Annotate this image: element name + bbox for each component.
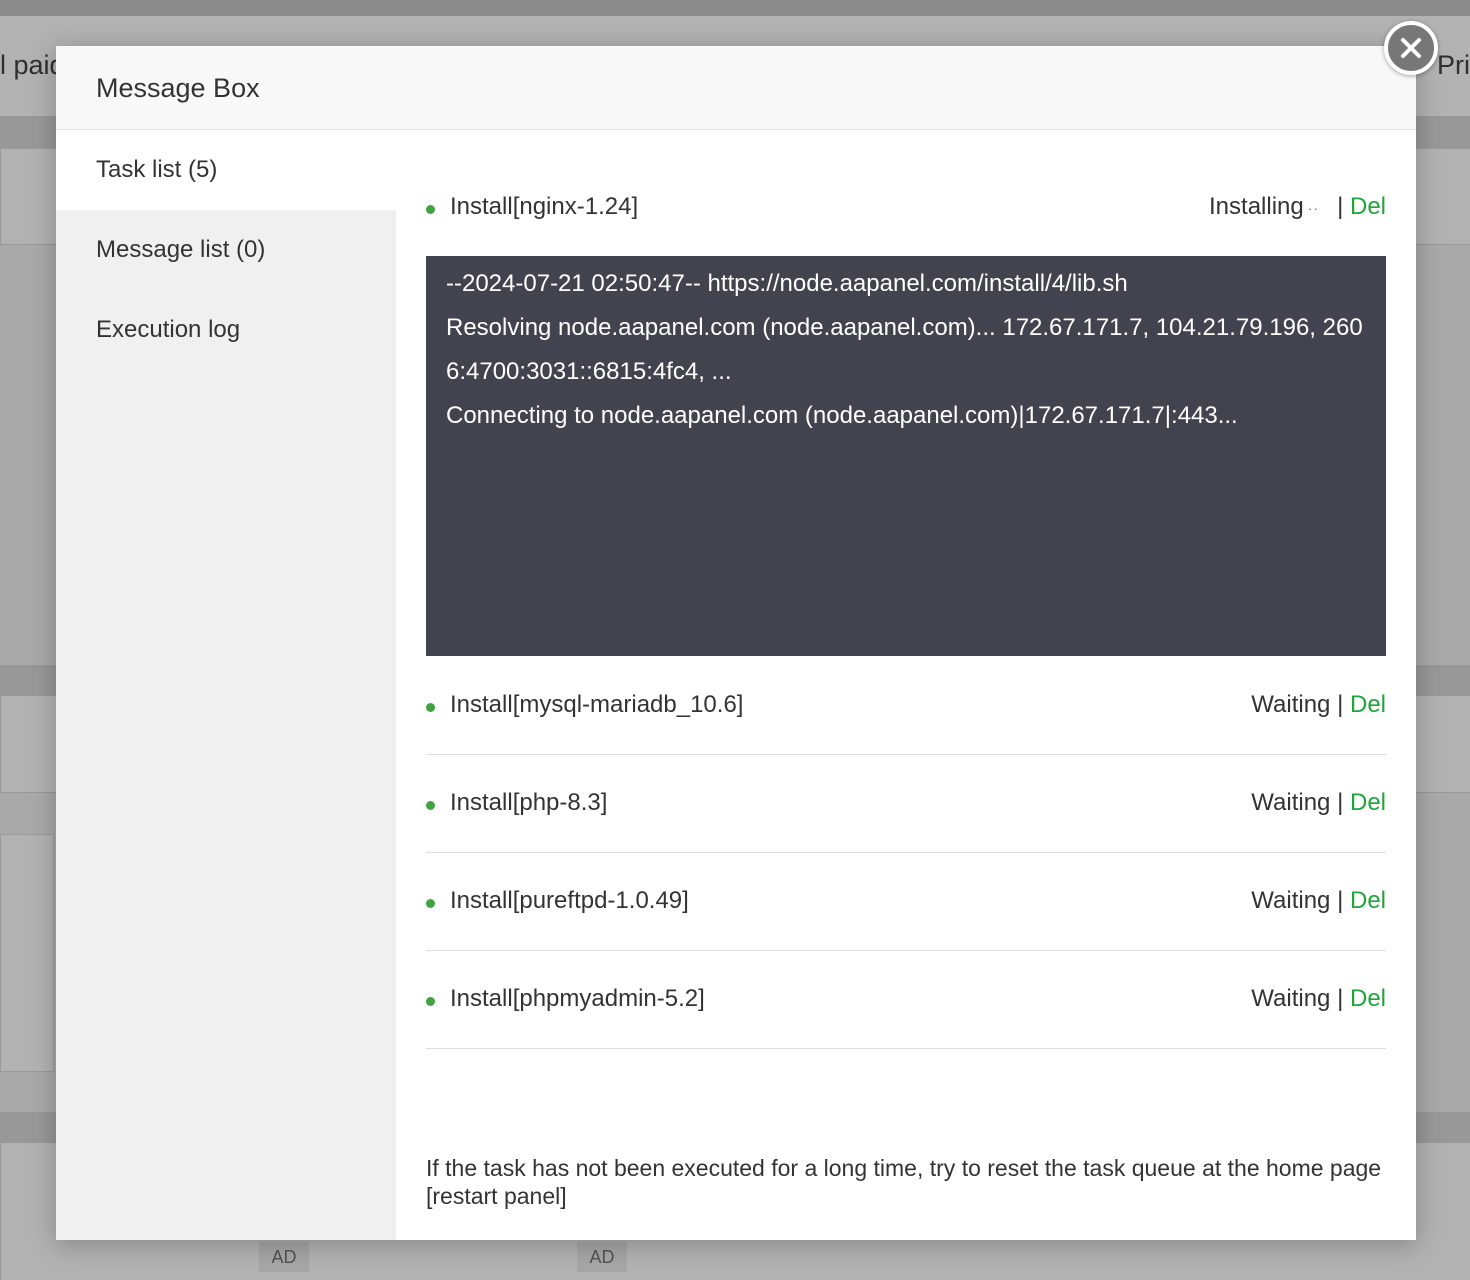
row-divider [426, 754, 1386, 755]
separator: | [1337, 691, 1344, 718]
task-name: Install[nginx-1.24] [450, 193, 639, 220]
separator: | [1337, 985, 1344, 1012]
dialog-header: Message Box [56, 46, 1416, 130]
sidebar-item-task-list[interactable]: Task list (5) [56, 130, 396, 210]
task-status-area: Waiting | Del [1251, 691, 1386, 719]
separator: | [1337, 887, 1344, 914]
task-status-area: Waiting | Del [1251, 887, 1386, 915]
delete-task-link[interactable]: Del [1350, 887, 1386, 914]
task-row: Install[php-8.3] Waiting | Del [426, 780, 1386, 828]
task-status-area: Waiting | Del [1251, 985, 1386, 1013]
log-line: Resolving node.aapanel.com (node.aapanel… [446, 314, 1363, 385]
task-name: Install[pureftpd-1.0.49] [450, 887, 689, 914]
task-status: Waiting [1251, 985, 1331, 1012]
delete-task-link[interactable]: Del [1350, 789, 1386, 816]
sidebar-item-message-list[interactable]: Message list (0) [56, 210, 396, 290]
row-divider [426, 950, 1386, 951]
close-button[interactable] [1384, 21, 1438, 75]
log-line: Connecting to node.aapanel.com (node.aap… [446, 402, 1238, 429]
restart-hint-text: If the task has not been executed for a … [426, 1155, 1382, 1209]
loading-indicator-icon: ·· [1307, 199, 1320, 216]
task-name: Install[mysql-mariadb_10.6] [450, 691, 744, 718]
delete-task-link[interactable]: Del [1350, 985, 1386, 1012]
separator: | [1337, 193, 1344, 220]
task-row: Install[phpmyadmin-5.2] Waiting | Del [426, 976, 1386, 1024]
delete-task-link[interactable]: Del [1350, 691, 1386, 718]
status-dot [426, 205, 435, 214]
dialog-sidebar: Task list (5) Message list (0) Execution… [56, 130, 396, 1240]
task-row: Install[mysql-mariadb_10.6] Waiting | De… [426, 682, 1386, 730]
sidebar-item-execution-log[interactable]: Execution log [56, 290, 396, 370]
row-divider [426, 852, 1386, 853]
status-dot [426, 899, 435, 908]
task-status: Waiting [1251, 887, 1331, 914]
message-box-dialog: Message Box Task list (5) Message list (… [56, 46, 1416, 1240]
delete-task-link[interactable]: Del [1350, 193, 1386, 220]
log-line: --2024-07-21 02:50:47-- https://node.aap… [446, 270, 1128, 297]
task-name: Install[php-8.3] [450, 789, 608, 816]
status-dot [426, 997, 435, 1006]
task-status-area: Installing ·· | Del [1209, 193, 1386, 221]
dialog-title: Message Box [96, 73, 260, 103]
status-dot [426, 801, 435, 810]
task-row: Install[nginx-1.24] Installing ·· | Del [426, 184, 1386, 232]
status-dot [426, 703, 435, 712]
task-status-area: Waiting | Del [1251, 789, 1386, 817]
close-icon [1401, 38, 1421, 58]
execution-log-output[interactable]: --2024-07-21 02:50:47-- https://node.aap… [426, 256, 1386, 656]
row-divider [426, 1048, 1386, 1049]
separator: | [1337, 789, 1344, 816]
task-name: Install[phpmyadmin-5.2] [450, 985, 705, 1012]
task-status: Installing [1209, 193, 1304, 220]
task-row: Install[pureftpd-1.0.49] Waiting | Del [426, 878, 1386, 926]
task-status: Waiting [1251, 691, 1331, 718]
task-status: Waiting [1251, 789, 1331, 816]
